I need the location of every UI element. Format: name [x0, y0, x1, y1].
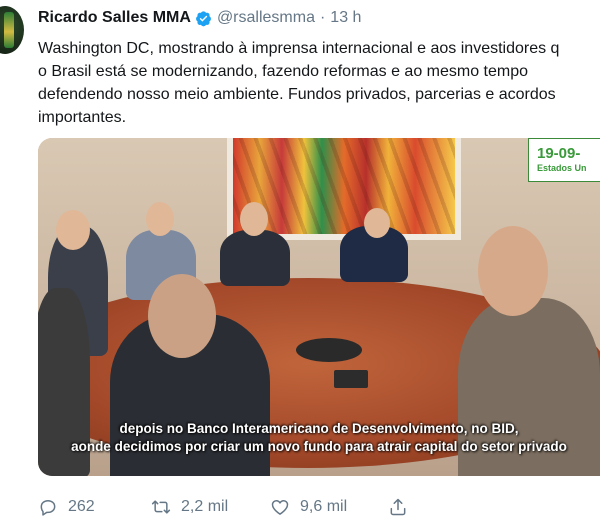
- avatar-flag-detail: [4, 12, 14, 48]
- video-person-head: [240, 202, 268, 236]
- video-person: [220, 230, 290, 286]
- share-button[interactable]: [388, 494, 418, 520]
- video-subtitle-line-1: depois no Banco Interamericano de Desenv…: [119, 421, 519, 436]
- date-badge-subtext: Estados Un: [537, 163, 587, 173]
- video-subtitle-line-2: aonde decidimos por criar um novo fundo …: [71, 439, 567, 454]
- retweet-count: 2,2 mil: [181, 498, 229, 515]
- video-person-head: [56, 210, 90, 250]
- tweet-text: Washington DC, mostrando à imprensa inte…: [38, 40, 560, 126]
- retweet-icon: [151, 500, 171, 514]
- author-name[interactable]: Ricardo Salles MMA: [38, 9, 191, 27]
- video-person-head: [148, 274, 216, 358]
- tweet-action-bar: 262 2,2 mil 9,6 mil: [38, 494, 598, 520]
- reply-button[interactable]: 262: [38, 494, 95, 520]
- retweet-button[interactable]: 2,2 mil: [151, 494, 228, 520]
- tweet-video[interactable]: 19-09- Estados Un depois no Banco Intera…: [38, 138, 600, 476]
- video-remote: [334, 370, 368, 388]
- like-count: 9,6 mil: [300, 498, 348, 515]
- verified-badge-icon: [195, 10, 212, 27]
- video-conference-phone: [296, 338, 362, 362]
- author-handle[interactable]: @rsallesmma: [217, 9, 315, 27]
- video-person-head: [364, 208, 390, 238]
- share-icon: [390, 498, 406, 516]
- reply-icon: [40, 500, 56, 516]
- heart-icon: [271, 500, 289, 515]
- date-badge-text: 19-09-: [537, 145, 581, 162]
- video-person-head: [146, 202, 174, 236]
- tweet-timestamp[interactable]: 13 h: [330, 9, 361, 27]
- tweet-header: Ricardo Salles MMA @rsallesmma · 13 h: [38, 9, 361, 27]
- video-date-badge: 19-09- Estados Un: [528, 138, 600, 182]
- reply-count: 262: [68, 498, 95, 515]
- separator-dot: ·: [319, 9, 326, 26]
- video-person-head: [478, 226, 548, 316]
- like-button[interactable]: 9,6 mil: [270, 494, 347, 520]
- author-avatar[interactable]: [0, 6, 24, 54]
